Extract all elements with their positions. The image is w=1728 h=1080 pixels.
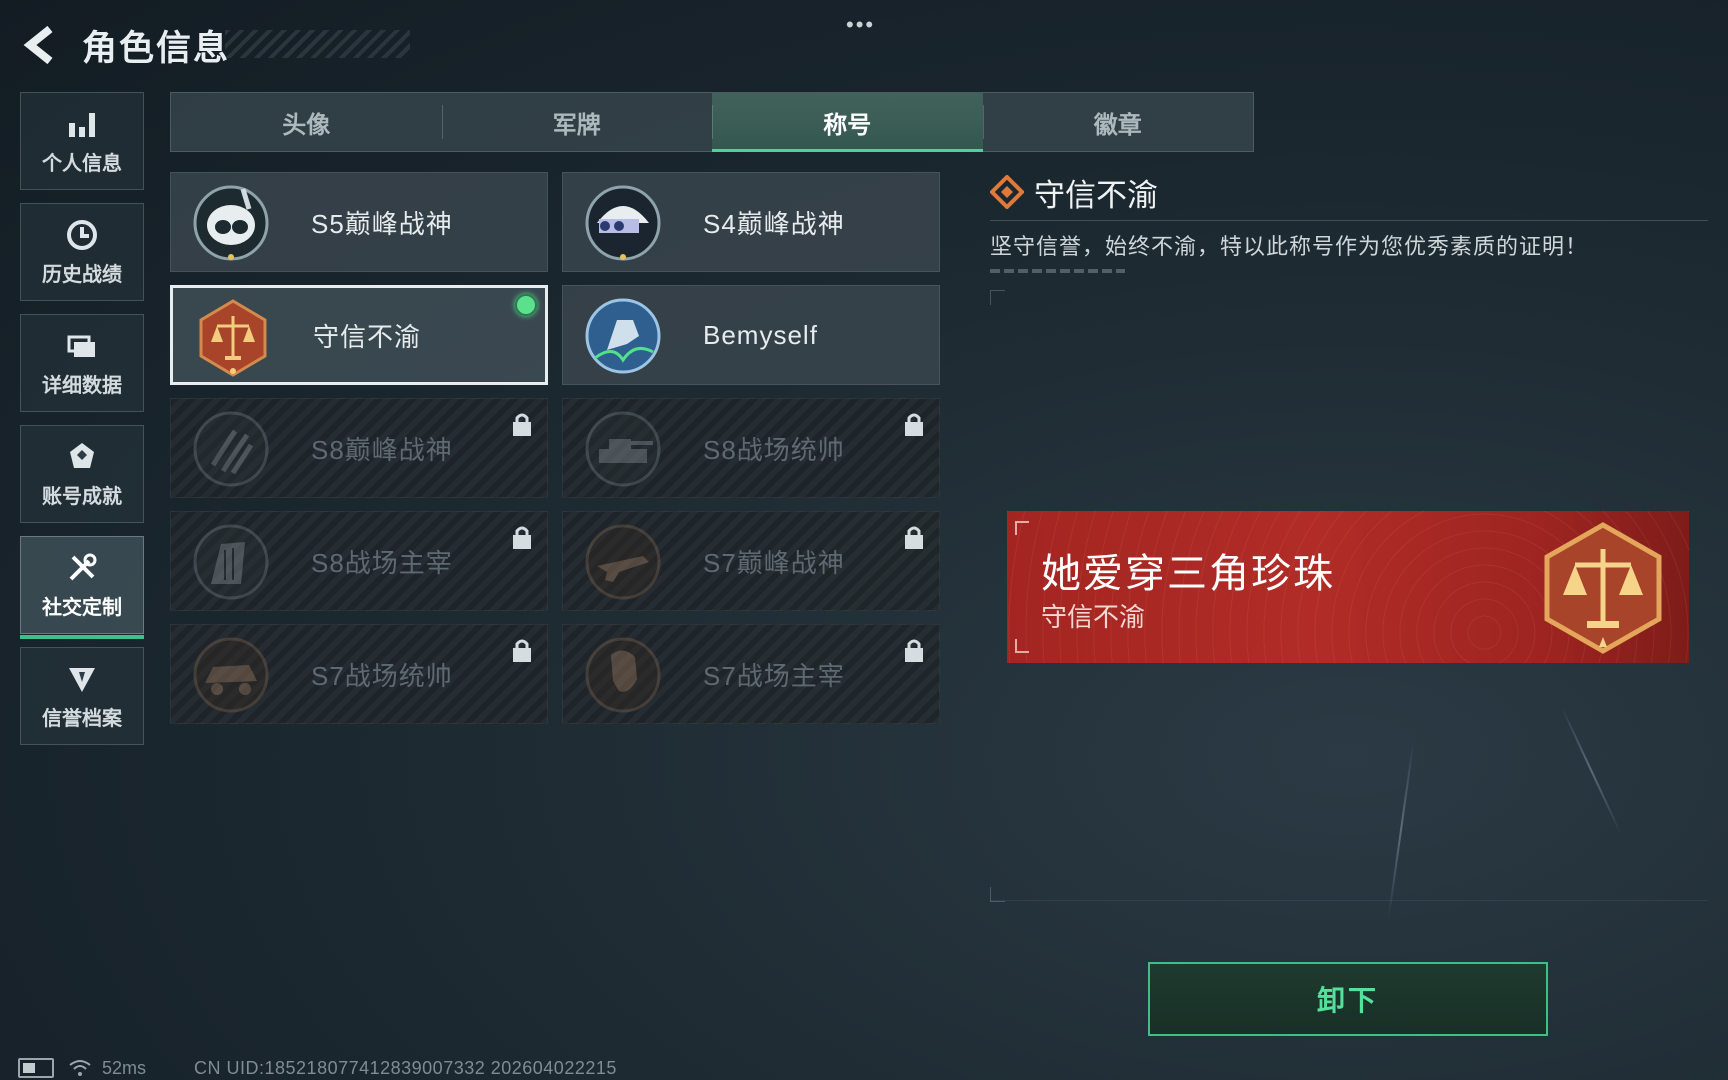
sidebar-item-history[interactable]: 历史战绩 <box>20 203 144 301</box>
page-header: 角色信息 <box>20 18 230 72</box>
shield-icon <box>69 667 95 692</box>
sidebar-item-reputation[interactable]: 信誉档案 <box>20 647 144 745</box>
title-card[interactable]: S5巅峰战神 <box>170 172 548 272</box>
building-emblem-icon <box>193 524 269 600</box>
banner-player-name: 她爱穿三角珍珠 <box>1041 552 1335 596</box>
tools-icon <box>69 553 97 580</box>
sidebar-item-label: 社交定制 <box>42 596 122 619</box>
lock-icon <box>905 526 923 549</box>
title-name: S8巅峰战神 <box>311 434 453 465</box>
sidebar-item-personal-info[interactable]: 个人信息 <box>20 92 144 190</box>
stripes-emblem-icon <box>193 411 269 487</box>
soldier-portrait-emblem-icon <box>585 637 661 713</box>
lock-icon <box>513 413 531 436</box>
diamond-marker-icon <box>990 175 1024 209</box>
lock-icon <box>905 413 923 436</box>
status-bar: 52ms CN UID:185218077412839007332 202604… <box>18 1056 617 1080</box>
detail-title: 守信不渝 <box>1034 177 1158 213</box>
title-card[interactable]: S8战场主宰 <box>170 511 548 611</box>
tab-badge[interactable]: 徽章 <box>982 93 1254 151</box>
detail-description: 坚守信誉，始终不渝，特以此称号作为您优秀素质的证明！ <box>990 234 1589 259</box>
title-hatch-decoration <box>225 30 410 58</box>
title-card[interactable]: 守信不渝 <box>170 285 548 385</box>
title-name: Bemyself <box>703 319 818 350</box>
scales-of-justice-emblem-icon <box>1544 522 1662 654</box>
sidebar-item-label: 信誉档案 <box>42 707 122 730</box>
tab-dog-tag[interactable]: 军牌 <box>441 93 713 151</box>
sidebar-item-label: 详细数据 <box>42 374 122 397</box>
sidebar-item-achievements[interactable]: 账号成就 <box>20 425 144 523</box>
folder-icon <box>67 335 95 357</box>
title-name: S7战场统帅 <box>311 660 453 691</box>
bemyself-emblem-icon <box>585 298 661 374</box>
back-arrow-icon <box>23 25 53 65</box>
tank-emblem-icon <box>585 411 661 487</box>
wifi-icon <box>69 1060 91 1076</box>
ping-readout: 52ms <box>102 1057 147 1078</box>
page-title: 角色信息 <box>82 28 231 68</box>
title-name: S4巅峰战神 <box>703 208 845 239</box>
lock-icon <box>513 639 531 662</box>
sidebar-item-social-customization[interactable]: 社交定制 <box>20 536 144 639</box>
tab-bar: 头像 军牌 称号 徽章 <box>170 92 1254 152</box>
title-name: S8战场主宰 <box>311 547 453 578</box>
medal-icon <box>70 442 94 468</box>
title-card[interactable]: S7战场主宰 <box>562 624 940 724</box>
title-detail-panel: 守信不渝 坚守信誉，始终不渝，特以此称号作为您优秀素质的证明！ <box>990 168 1708 273</box>
title-card[interactable]: S8巅峰战神 <box>170 398 548 498</box>
sidebar-item-label: 账号成就 <box>42 485 122 508</box>
title-name: S7巅峰战神 <box>703 547 845 578</box>
lock-icon <box>905 639 923 662</box>
title-card[interactable]: S7战场统帅 <box>170 624 548 724</box>
history-clock-icon <box>67 219 97 250</box>
title-banner-preview: 她爱穿三角珍珠 守信不渝 <box>1007 511 1689 663</box>
unequip-button[interactable]: 卸下 <box>1148 962 1548 1036</box>
back-button[interactable] <box>20 23 60 67</box>
title-card[interactable]: S7巅峰战神 <box>562 511 940 611</box>
rifle-emblem-icon <box>585 524 661 600</box>
bar-chart-icon <box>69 112 95 137</box>
tab-title[interactable]: 称号 <box>712 93 983 152</box>
banner-title-text: 守信不渝 <box>1041 602 1146 632</box>
scales-of-justice-emblem-icon <box>199 299 267 377</box>
diver-helmet-emblem-icon <box>193 185 269 261</box>
sidebar-item-label: 个人信息 <box>42 152 122 175</box>
title-card[interactable]: S8战场统帅 <box>562 398 940 498</box>
sidebar: 个人信息 历史战绩 详细数据 账号成就 社交定制 信誉档案 <box>20 92 144 758</box>
banner-corner-mark <box>1015 521 1029 535</box>
title-card[interactable]: Bemyself <box>562 285 940 385</box>
active-indicator <box>20 635 144 639</box>
banner-corner-mark <box>1015 639 1029 653</box>
sidebar-item-label: 历史战绩 <box>42 263 122 286</box>
lock-icon <box>513 526 531 549</box>
detail-dash-decoration <box>990 269 1125 273</box>
tab-avatar[interactable]: 头像 <box>171 93 442 151</box>
battery-icon <box>18 1058 54 1078</box>
detail-divider <box>990 220 1708 221</box>
equipped-indicator-icon <box>515 294 537 316</box>
title-card[interactable]: S4巅峰战神 <box>562 172 940 272</box>
title-name: S7战场主宰 <box>703 660 845 691</box>
title-name: S5巅峰战神 <box>311 208 453 239</box>
user-uid: CN UID:185218077412839007332 20260402221… <box>194 1057 617 1078</box>
more-menu-button[interactable]: ••• <box>846 12 875 38</box>
title-name: 守信不渝 <box>313 321 422 352</box>
vehicle-emblem-icon <box>193 637 269 713</box>
title-name: S8战场统帅 <box>703 434 845 465</box>
night-vision-helmet-emblem-icon <box>585 185 661 261</box>
sidebar-item-detailed-data[interactable]: 详细数据 <box>20 314 144 412</box>
